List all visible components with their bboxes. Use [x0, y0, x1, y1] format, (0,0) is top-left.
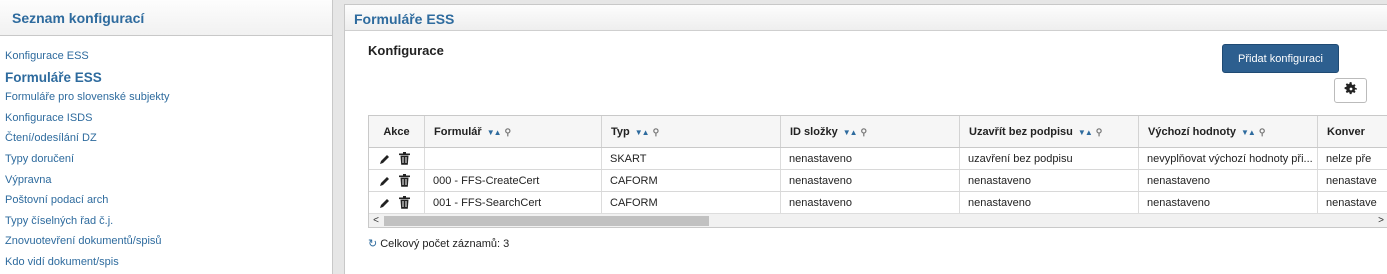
cell-vychozi: nenastaveno [1139, 192, 1318, 213]
cell-konverze: nenastave [1318, 170, 1387, 191]
trash-icon[interactable] [399, 174, 410, 190]
sidebar-item-typy-doruceni[interactable]: Typy doručení [0, 153, 332, 174]
add-configuration-button[interactable]: Přidat konfiguraci [1222, 44, 1339, 73]
refresh-icon[interactable]: ↻ [368, 237, 377, 250]
filter-icon[interactable]: ⚲ [653, 127, 660, 137]
cell-id-slozky: nenastaveno [781, 148, 960, 169]
sidebar: Seznam konfigurací Konfigurace ESS Formu… [0, 0, 333, 274]
section-title: Konfigurace [368, 43, 444, 58]
column-header-typ[interactable]: Typ ▼▲ ⚲ [602, 116, 781, 147]
panel-gap [334, 0, 344, 274]
sidebar-item-cteni-odesilani-dz[interactable]: Čtení/odesílání DZ [0, 132, 332, 153]
cell-id-slozky: nenastaveno [781, 170, 960, 191]
cell-uzavrit: nenastaveno [960, 170, 1139, 191]
table-row: 000 - FFS-CreateCert CAFORM nenastaveno … [369, 170, 1387, 192]
grid-header: Akce Formulář ▼▲ ⚲ Typ ▼▲ ⚲ ID složky ▼▲ ⚲ Uza… [369, 116, 1387, 148]
gear-icon [1344, 82, 1358, 99]
sidebar-item-formulare-sk[interactable]: Formuláře pro slovenské subjekty [0, 91, 332, 112]
scroll-left-icon[interactable]: < [369, 214, 383, 227]
cell-konverze: nenastave [1318, 192, 1387, 213]
sort-arrows-icon[interactable]: ▼▲ [1078, 128, 1093, 137]
sidebar-item-postovni-podaci-arch[interactable]: Poštovní podací arch [0, 194, 332, 215]
filter-icon[interactable]: ⚲ [1259, 127, 1266, 137]
cell-vychozi: nevyplňovat výchozí hodnoty při... [1139, 148, 1318, 169]
sidebar-item-kdo-vidi[interactable]: Kdo vidí dokument/spis [0, 256, 332, 274]
cell-vychozi: nenastaveno [1139, 170, 1318, 191]
cell-uzavrit: uzavření bez podpisu [960, 148, 1139, 169]
sidebar-item-typy-ciselnych-rad[interactable]: Typy číselných řad č.j. [0, 215, 332, 236]
trash-icon[interactable] [399, 196, 410, 212]
cell-uzavrit: nenastaveno [960, 192, 1139, 213]
column-header-uzavrit[interactable]: Uzavřít bez podpisu ▼▲ ⚲ [960, 116, 1139, 147]
sidebar-title: Seznam konfigurací [12, 10, 145, 26]
cell-typ: SKART [602, 148, 781, 169]
row-actions [369, 170, 425, 191]
pencil-icon[interactable] [379, 197, 391, 212]
cell-formular: 001 - FFS-SearchCert [425, 192, 602, 213]
sidebar-item-znovuotevreni[interactable]: Znovuotevření dokumentů/spisů [0, 235, 332, 256]
cell-typ: CAFORM [602, 170, 781, 191]
table-row: 001 - FFS-SearchCert CAFORM nenastaveno … [369, 192, 1387, 214]
sidebar-header: Seznam konfigurací [0, 0, 332, 36]
column-header-id-slozky[interactable]: ID složky ▼▲ ⚲ [781, 116, 960, 147]
cell-formular: 000 - FFS-CreateCert [425, 170, 602, 191]
sidebar-item-konfigurace-ess[interactable]: Konfigurace ESS [0, 50, 332, 71]
main-panel: Formuláře ESS Konfigurace Přidat konfigu… [344, 4, 1387, 274]
pencil-icon[interactable] [379, 175, 391, 190]
filter-icon[interactable]: ⚲ [1096, 127, 1103, 137]
sort-arrows-icon[interactable]: ▼▲ [1241, 128, 1256, 137]
sidebar-list: Konfigurace ESS Formuláře ESS Formuláře … [0, 36, 332, 274]
horizontal-scrollbar[interactable]: < > [369, 213, 1387, 227]
page-title: Formuláře ESS [354, 11, 455, 27]
cell-formular [425, 148, 602, 169]
filter-icon[interactable]: ⚲ [505, 127, 512, 137]
cell-konverze: nelze pře [1318, 148, 1387, 169]
column-header-konverze[interactable]: Konver [1318, 116, 1387, 147]
record-count: ↻ Celkový počet záznamů: 3 [368, 237, 510, 251]
sort-arrows-icon[interactable]: ▼▲ [843, 128, 858, 137]
column-header-formular[interactable]: Formulář ▼▲ ⚲ [425, 116, 602, 147]
trash-icon[interactable] [399, 152, 410, 168]
filter-icon[interactable]: ⚲ [861, 127, 868, 137]
cell-id-slozky: nenastaveno [781, 192, 960, 213]
row-actions [369, 148, 425, 169]
settings-button[interactable] [1334, 78, 1367, 103]
main-header: Formuláře ESS [345, 5, 1387, 31]
table-row: SKART nenastaveno uzavření bez podpisu n… [369, 148, 1387, 170]
sort-arrows-icon[interactable]: ▼▲ [487, 128, 502, 137]
sidebar-item-formulare-ess[interactable]: Formuláře ESS [0, 70, 332, 92]
cell-typ: CAFORM [602, 192, 781, 213]
sort-arrows-icon[interactable]: ▼▲ [635, 128, 650, 137]
record-count-label: Celkový počet záznamů: 3 [380, 237, 510, 250]
column-header-akce: Akce [369, 116, 425, 147]
row-actions [369, 192, 425, 213]
configuration-grid: Akce Formulář ▼▲ ⚲ Typ ▼▲ ⚲ ID složky ▼▲ ⚲ Uza… [368, 115, 1387, 228]
sidebar-item-vypravna[interactable]: Výpravna [0, 174, 332, 195]
pencil-icon[interactable] [379, 153, 391, 168]
scrollbar-thumb[interactable] [384, 216, 709, 226]
scroll-right-icon[interactable]: > [1374, 214, 1387, 227]
column-header-vychozi[interactable]: Výchozí hodnoty ▼▲ ⚲ [1139, 116, 1318, 147]
sidebar-item-konfigurace-isds[interactable]: Konfigurace ISDS [0, 112, 332, 133]
